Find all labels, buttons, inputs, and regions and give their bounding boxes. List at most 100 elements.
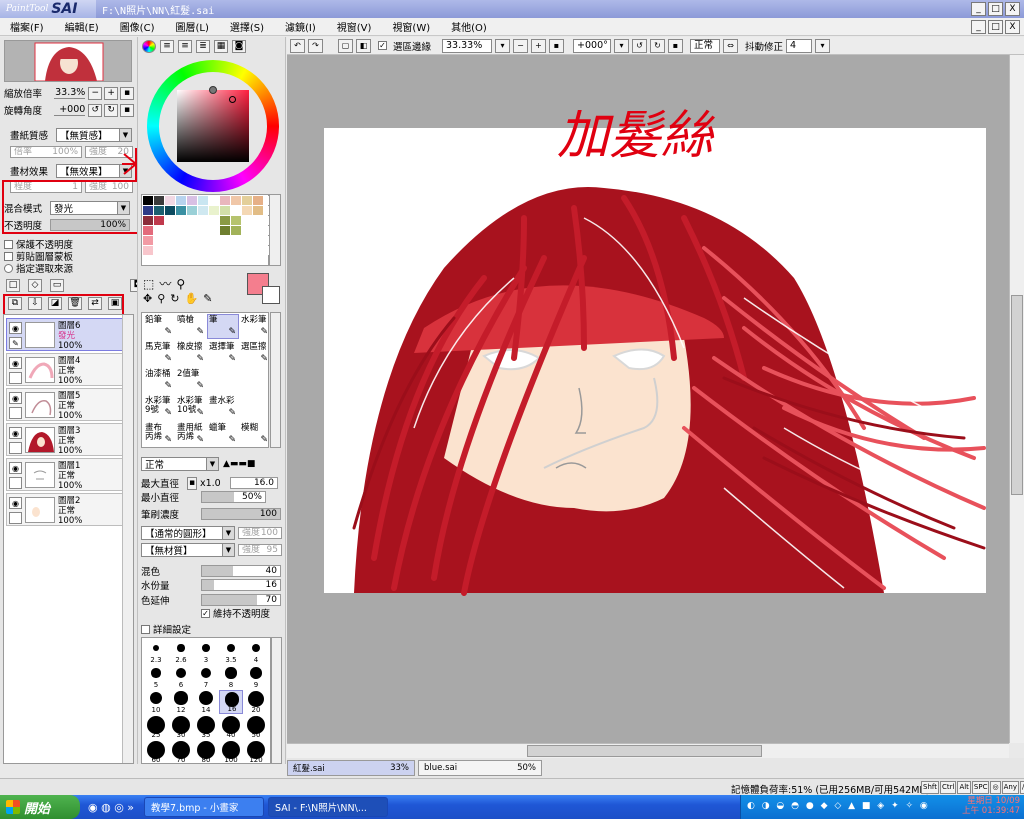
brush-shape-icons[interactable]: ▲▬▬■: [223, 459, 255, 469]
color-swatch[interactable]: [198, 216, 208, 225]
color-swatch[interactable]: [143, 236, 153, 245]
rect-select-icon[interactable]: ⬚: [143, 277, 154, 291]
color-swatch[interactable]: [154, 216, 164, 225]
new-folder-icon[interactable]: ▭: [50, 279, 64, 292]
color-mix-tab-icon[interactable]: ≣: [196, 40, 210, 53]
tool-scrollbar[interactable]: [270, 312, 281, 448]
tray-icons[interactable]: ◐ ◑ ◒ ◓ ● ◆ ◇ ▲ ■ ◈ ✦ ✧ ◉: [747, 801, 930, 811]
rotate-icon[interactable]: ↻: [170, 292, 179, 305]
canvas-angle-field[interactable]: +000°: [573, 38, 612, 53]
eye-icon[interactable]: ◉: [9, 462, 22, 474]
canvas-zoom-field[interactable]: 33.33%: [442, 38, 493, 53]
preserve-opacity-checkbox[interactable]: [4, 239, 13, 249]
color-swatch[interactable]: [176, 236, 186, 245]
color-swatch[interactable]: [143, 196, 153, 205]
brush-size-cell[interactable]: 70: [169, 740, 193, 764]
inner-close-button[interactable]: X: [1005, 20, 1020, 34]
size-mult-value[interactable]: x1.0: [200, 478, 230, 489]
color-swatch[interactable]: [165, 246, 175, 255]
new-linework-icon[interactable]: ◇: [28, 279, 42, 292]
shape-strength-slider[interactable]: 強度 100: [238, 527, 282, 539]
color-swatch[interactable]: [165, 196, 175, 205]
brush-size-cell[interactable]: 10: [144, 690, 168, 714]
layer-item[interactable]: ◉ 圖層1 正常 100%: [6, 458, 123, 491]
zoom-dropdown-icon[interactable]: ▾: [495, 38, 511, 53]
brush-size-cell[interactable]: 6: [169, 665, 193, 689]
brush-size-cell[interactable]: 5: [144, 665, 168, 689]
brush-size-cell[interactable]: 40: [219, 715, 243, 739]
color-wheel[interactable]: [147, 60, 279, 192]
color-swatch[interactable]: [198, 226, 208, 235]
tool-button[interactable]: 2值筆 ✎: [175, 368, 207, 393]
brush-size-cell[interactable]: 2.6: [169, 640, 193, 664]
color-swatch[interactable]: [198, 236, 208, 245]
color-swatch[interactable]: [220, 236, 230, 245]
size-mult-button[interactable]: ▪: [187, 476, 197, 490]
canvas-zoom-out-icon[interactable]: −: [513, 38, 529, 53]
tool-button[interactable]: 選擇筆 ✎: [207, 341, 239, 366]
flip-icon[interactable]: ⇔: [723, 38, 739, 53]
doc-tab-0[interactable]: 紅髮.sai 33%: [287, 760, 415, 776]
maximize-button[interactable]: □: [988, 2, 1003, 16]
tool-button[interactable]: 畫布 丙烯 ✎: [143, 422, 175, 447]
tool-button[interactable]: [239, 368, 271, 393]
color-swatch[interactable]: [198, 196, 208, 205]
advanced-checkbox[interactable]: [141, 624, 150, 634]
layer-item[interactable]: ◉ ✎ 圖層6 發光 100%: [6, 318, 123, 351]
color-swatch[interactable]: [209, 216, 219, 225]
tool-button[interactable]: 畫用紙 丙烯 ✎: [175, 422, 207, 447]
color-swatch[interactable]: [231, 216, 241, 225]
color-swatch[interactable]: [220, 246, 230, 255]
color-swatch[interactable]: [209, 196, 219, 205]
color-swatch[interactable]: [220, 196, 230, 205]
layer-item[interactable]: ◉ 圖層3 正常 100%: [6, 423, 123, 456]
color-swatch[interactable]: [209, 246, 219, 255]
canvas-rotate-reset-icon[interactable]: ▪: [668, 38, 684, 53]
tool-button[interactable]: 水彩筆 ✎: [239, 314, 271, 339]
color-swatch[interactable]: [165, 206, 175, 215]
brush-size-cell[interactable]: 8: [219, 665, 243, 689]
menu-file[interactable]: 檔案(F): [10, 19, 44, 34]
menu-view[interactable]: 視窗(V): [337, 19, 372, 34]
tool-button[interactable]: 模糊 ✎: [239, 422, 271, 447]
color-swatch[interactable]: [231, 196, 241, 205]
eyedropper-icon[interactable]: ✎: [203, 292, 212, 305]
menu-image[interactable]: 圖像(C): [120, 19, 155, 34]
hsv-slider-tab-icon[interactable]: ≡: [178, 40, 192, 53]
water-slider[interactable]: 16: [201, 579, 281, 591]
canvas-viewport[interactable]: 加髮絲: [287, 55, 1009, 743]
inner-minimize-button[interactable]: _: [971, 20, 986, 34]
brush-size-cell[interactable]: 100: [219, 740, 243, 764]
advanced-row[interactable]: 詳細設定: [141, 622, 191, 636]
brush-size-cell[interactable]: 2.3: [144, 640, 168, 664]
canvas-vertical-thumb[interactable]: [1011, 295, 1023, 495]
color-swatch[interactable]: [176, 246, 186, 255]
color-swatch[interactable]: [253, 216, 263, 225]
color-swatch[interactable]: [253, 236, 263, 245]
redo-icon[interactable]: ↷: [308, 38, 323, 53]
clipping-checkbox[interactable]: [4, 251, 13, 261]
pencil-icon[interactable]: [9, 407, 22, 419]
color-swatch[interactable]: [187, 236, 197, 245]
color-swatch[interactable]: [143, 206, 153, 215]
color-swatch[interactable]: [187, 196, 197, 205]
zoom-out-button[interactable]: −: [88, 86, 103, 100]
secondary-color-swatch[interactable]: [262, 286, 280, 304]
color-swatch[interactable]: [209, 206, 219, 215]
color-swatch[interactable]: [154, 226, 164, 235]
brush-size-cell[interactable]: 4: [244, 640, 268, 664]
task-sai[interactable]: SAI - F:\N照片\NN\...: [268, 797, 389, 817]
brush-size-cell[interactable]: 60: [144, 740, 168, 764]
color-swatch[interactable]: [165, 216, 175, 225]
tool-button[interactable]: 畫水彩 ✎: [207, 395, 239, 420]
minimize-button[interactable]: _: [971, 2, 986, 16]
zoom-value[interactable]: 33.3%: [53, 87, 86, 99]
layer-scrollbar[interactable]: [122, 315, 133, 763]
tool-button[interactable]: [207, 368, 239, 393]
canvas-zoom-in-icon[interactable]: +: [531, 38, 547, 53]
menu-select[interactable]: 選擇(S): [230, 19, 264, 34]
brush-size-cell[interactable]: 16: [219, 690, 243, 714]
undo-icon[interactable]: ↶: [290, 38, 305, 53]
magic-wand-icon[interactable]: ⚲: [176, 277, 185, 291]
brush-size-cell[interactable]: 30: [169, 715, 193, 739]
